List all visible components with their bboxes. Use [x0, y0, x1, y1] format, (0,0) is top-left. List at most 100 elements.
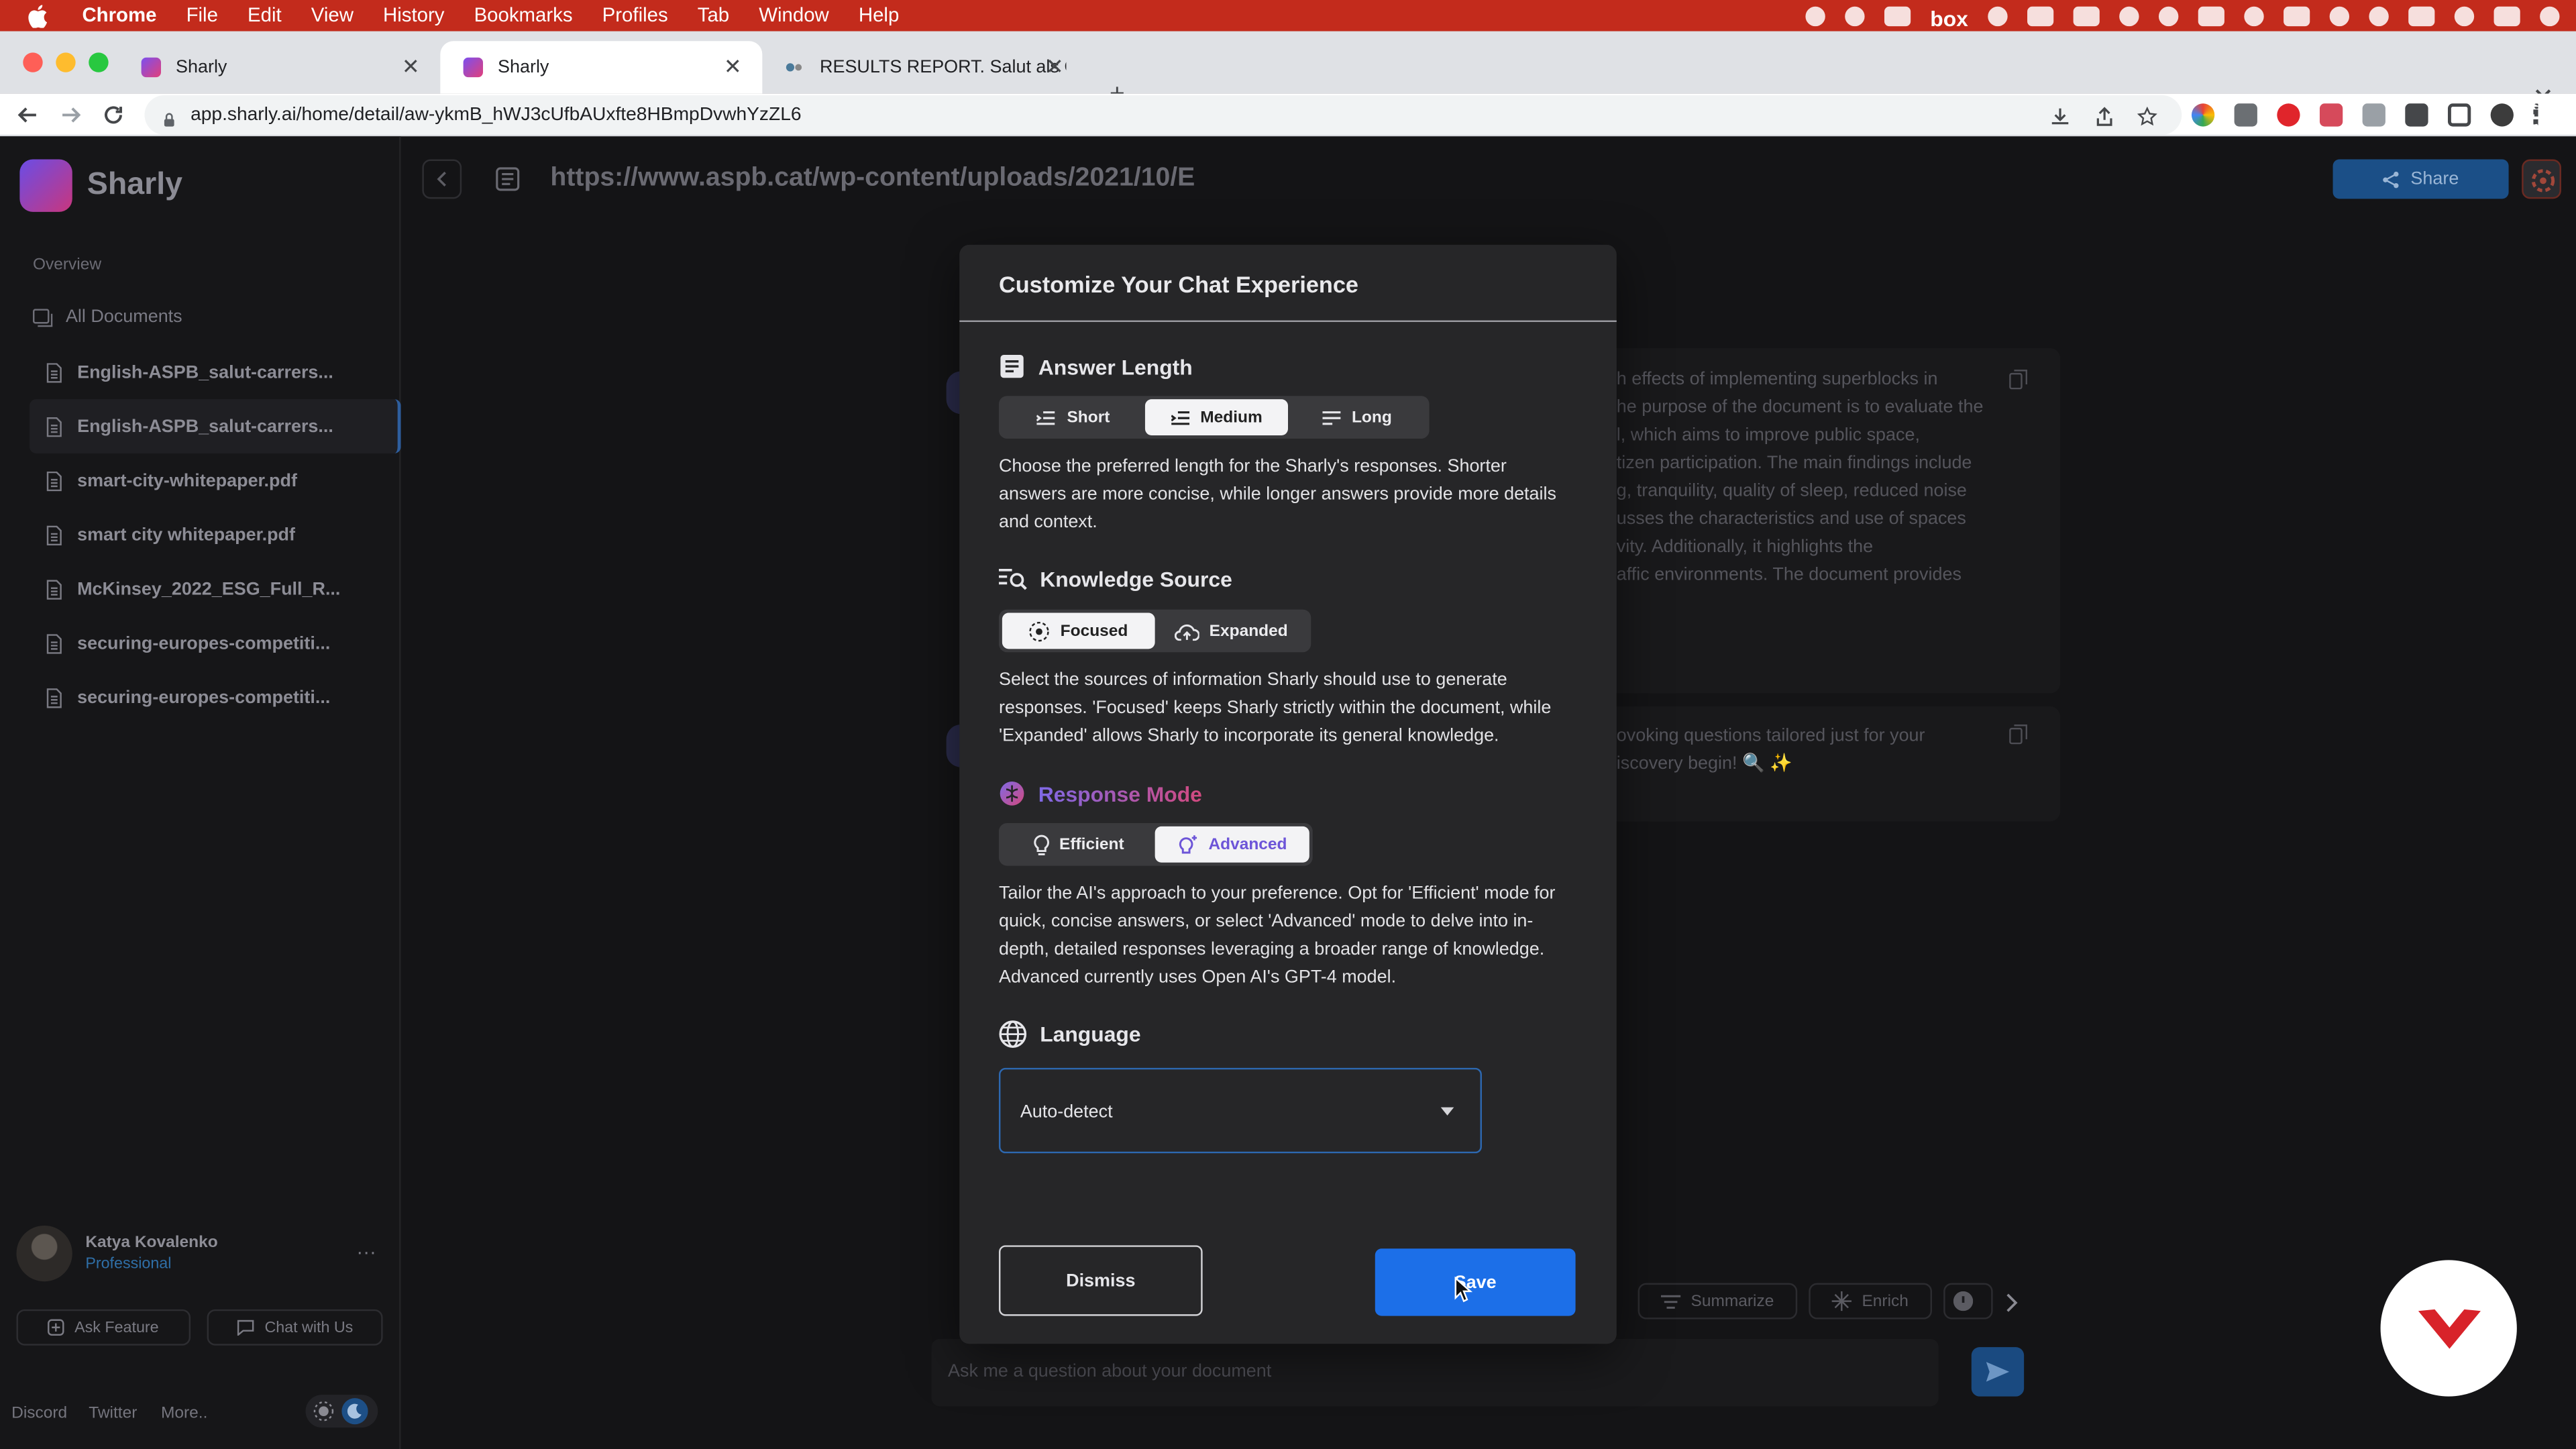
side-panel-icon[interactable] — [2447, 103, 2471, 127]
control-center-icon[interactable] — [2493, 5, 2520, 25]
sidebar-overview[interactable]: Overview — [33, 256, 101, 274]
share-page-icon[interactable] — [2094, 105, 2114, 126]
menu-file[interactable]: File — [186, 0, 218, 32]
chat-with-us-label: Chat with Us — [264, 1318, 354, 1337]
user-icon[interactable] — [2369, 5, 2389, 25]
extension-grey-icon[interactable] — [2362, 103, 2385, 127]
menu-tab[interactable]: Tab — [698, 0, 729, 32]
close-tab-icon[interactable]: ✕ — [720, 54, 746, 80]
language-select[interactable]: Auto-detect — [998, 1067, 1482, 1154]
volume-icon[interactable] — [2198, 5, 2224, 25]
site-info-icon[interactable] — [161, 107, 177, 127]
close-tab-icon[interactable]: ✕ — [1042, 54, 1068, 80]
tab-sharly-1[interactable]: Sharly ✕ — [118, 41, 440, 93]
collapse-sidebar-button[interactable] — [422, 159, 462, 199]
cloud-icon[interactable] — [1988, 5, 2008, 25]
menu-help[interactable]: Help — [859, 0, 899, 32]
settings-gear-icon[interactable] — [2522, 159, 2561, 199]
copy-icon[interactable] — [2009, 368, 2028, 390]
dropbox-icon[interactable] — [1884, 5, 1911, 25]
menu-edit[interactable]: Edit — [248, 0, 282, 32]
document-item[interactable]: smart-city-whitepaper.pdf — [30, 453, 400, 508]
document-item-active[interactable]: English-ASPB_salut-carrers... — [30, 399, 401, 453]
menu-bookmarks[interactable]: Bookmarks — [474, 0, 573, 32]
user-profile[interactable]: Katya Kovalenko Professional — [16, 1225, 218, 1282]
reload-icon[interactable] — [100, 102, 126, 128]
tab-results-report[interactable]: RESULTS REPORT. Salut als Ca ✕ — [762, 41, 1084, 93]
dismiss-button[interactable]: Dismiss — [998, 1245, 1203, 1316]
more-link[interactable]: More.. — [161, 1405, 207, 1423]
sync-icon[interactable] — [1844, 5, 1865, 25]
extension-badge-icon[interactable] — [2319, 103, 2343, 127]
ask-feature-button[interactable]: Ask Feature — [16, 1309, 191, 1346]
battery-icon[interactable] — [2284, 5, 2310, 25]
bolt-icon[interactable] — [2119, 5, 2139, 25]
profile-avatar-icon[interactable] — [2490, 103, 2514, 127]
answer-length-medium[interactable]: Medium — [1144, 399, 1289, 435]
close-window-button[interactable] — [23, 52, 43, 72]
minimize-window-button[interactable] — [56, 52, 76, 72]
chat-with-us-button[interactable]: Chat with Us — [207, 1309, 383, 1346]
copy-icon[interactable] — [2009, 723, 2028, 745]
document-item[interactable]: McKinsey_2022_ESG_Full_R... — [30, 562, 400, 616]
option-label: Advanced — [1208, 835, 1287, 854]
extension-camera-icon[interactable] — [2234, 103, 2257, 127]
address-bar[interactable]: app.sharly.ai/home/detail/aw-ykmB_hWJ3cU… — [144, 95, 2182, 135]
extension-red-icon[interactable] — [2277, 103, 2300, 127]
menu-profiles[interactable]: Profiles — [602, 0, 668, 32]
menu-view[interactable]: View — [311, 0, 354, 32]
answer-length-short[interactable]: Short — [1002, 399, 1145, 435]
summarize-button[interactable]: Summarize — [1638, 1283, 1798, 1320]
share-button[interactable]: Share — [2332, 159, 2509, 199]
knowledge-source-expanded[interactable]: Expanded — [1155, 612, 1308, 649]
document-item[interactable]: securing-europes-competiti... — [30, 670, 400, 724]
save-button[interactable]: Save — [1375, 1248, 1576, 1316]
chat-icon[interactable] — [2027, 5, 2054, 25]
sidebar-all-documents[interactable]: All Documents — [32, 307, 182, 327]
forward-arrow-icon[interactable] — [58, 102, 84, 128]
zoom-window-button[interactable] — [89, 52, 109, 72]
menu-history[interactable]: History — [383, 0, 444, 32]
chevron-right-icon[interactable] — [2002, 1291, 2019, 1321]
input-source-icon[interactable] — [2408, 5, 2435, 25]
send-button[interactable] — [1971, 1347, 2025, 1397]
medium-text-icon — [1171, 410, 1189, 425]
document-url[interactable]: https://www.aspb.cat/wp-content/uploads/… — [550, 164, 1195, 194]
knowledge-source-focused[interactable]: Focused — [1002, 612, 1155, 649]
option-label: Long — [1351, 408, 1392, 427]
twitter-link[interactable]: Twitter — [89, 1405, 137, 1423]
answer-length-long[interactable]: Long — [1288, 399, 1426, 435]
document-item[interactable]: securing-europes-competiti... — [30, 616, 400, 670]
apple-icon[interactable] — [26, 4, 49, 28]
theme-toggle[interactable] — [305, 1395, 378, 1428]
brand[interactable]: Sharly — [19, 159, 182, 212]
chrome-menu-icon[interactable] — [2533, 103, 2540, 127]
display-icon[interactable] — [2073, 5, 2100, 25]
back-arrow-icon[interactable] — [15, 102, 41, 128]
more-options-icon[interactable]: ··· — [356, 1240, 376, 1263]
document-item[interactable]: English-ASPB_salut-carrers... — [30, 345, 400, 399]
discord-link[interactable]: Discord — [11, 1405, 67, 1423]
close-tab-icon[interactable]: ✕ — [398, 54, 424, 80]
figma-icon[interactable] — [1805, 5, 1825, 25]
response-mode-advanced[interactable]: Advanced — [1155, 826, 1309, 863]
bookmark-star-icon[interactable] — [2137, 105, 2157, 126]
wifi-icon[interactable] — [2329, 5, 2350, 25]
document-item[interactable]: smart city whitepaper.pdf — [30, 508, 400, 562]
assistant-launcher-button[interactable] — [2380, 1260, 2517, 1397]
menu-window[interactable]: Window — [759, 0, 829, 32]
play-icon[interactable] — [2158, 5, 2179, 25]
menu-app-name[interactable]: Chrome — [82, 0, 156, 32]
spotlight-icon[interactable] — [2454, 5, 2475, 25]
extension-color-icon[interactable] — [2191, 103, 2215, 127]
extensions-puzzle-icon[interactable] — [2405, 103, 2428, 127]
info-button[interactable] — [1943, 1283, 1993, 1320]
install-icon[interactable] — [2050, 105, 2070, 125]
response-mode-efficient[interactable]: Efficient — [1002, 826, 1155, 863]
tab-sharly-2[interactable]: Sharly ✕ — [440, 41, 763, 94]
bluetooth-icon[interactable] — [2244, 5, 2264, 25]
box-icon[interactable]: box — [1930, 6, 1968, 31]
enrich-button[interactable]: Enrich — [1809, 1283, 1933, 1320]
siri-icon[interactable] — [2540, 5, 2560, 25]
ask-question-input[interactable]: Ask me a question about your document — [931, 1338, 1939, 1407]
